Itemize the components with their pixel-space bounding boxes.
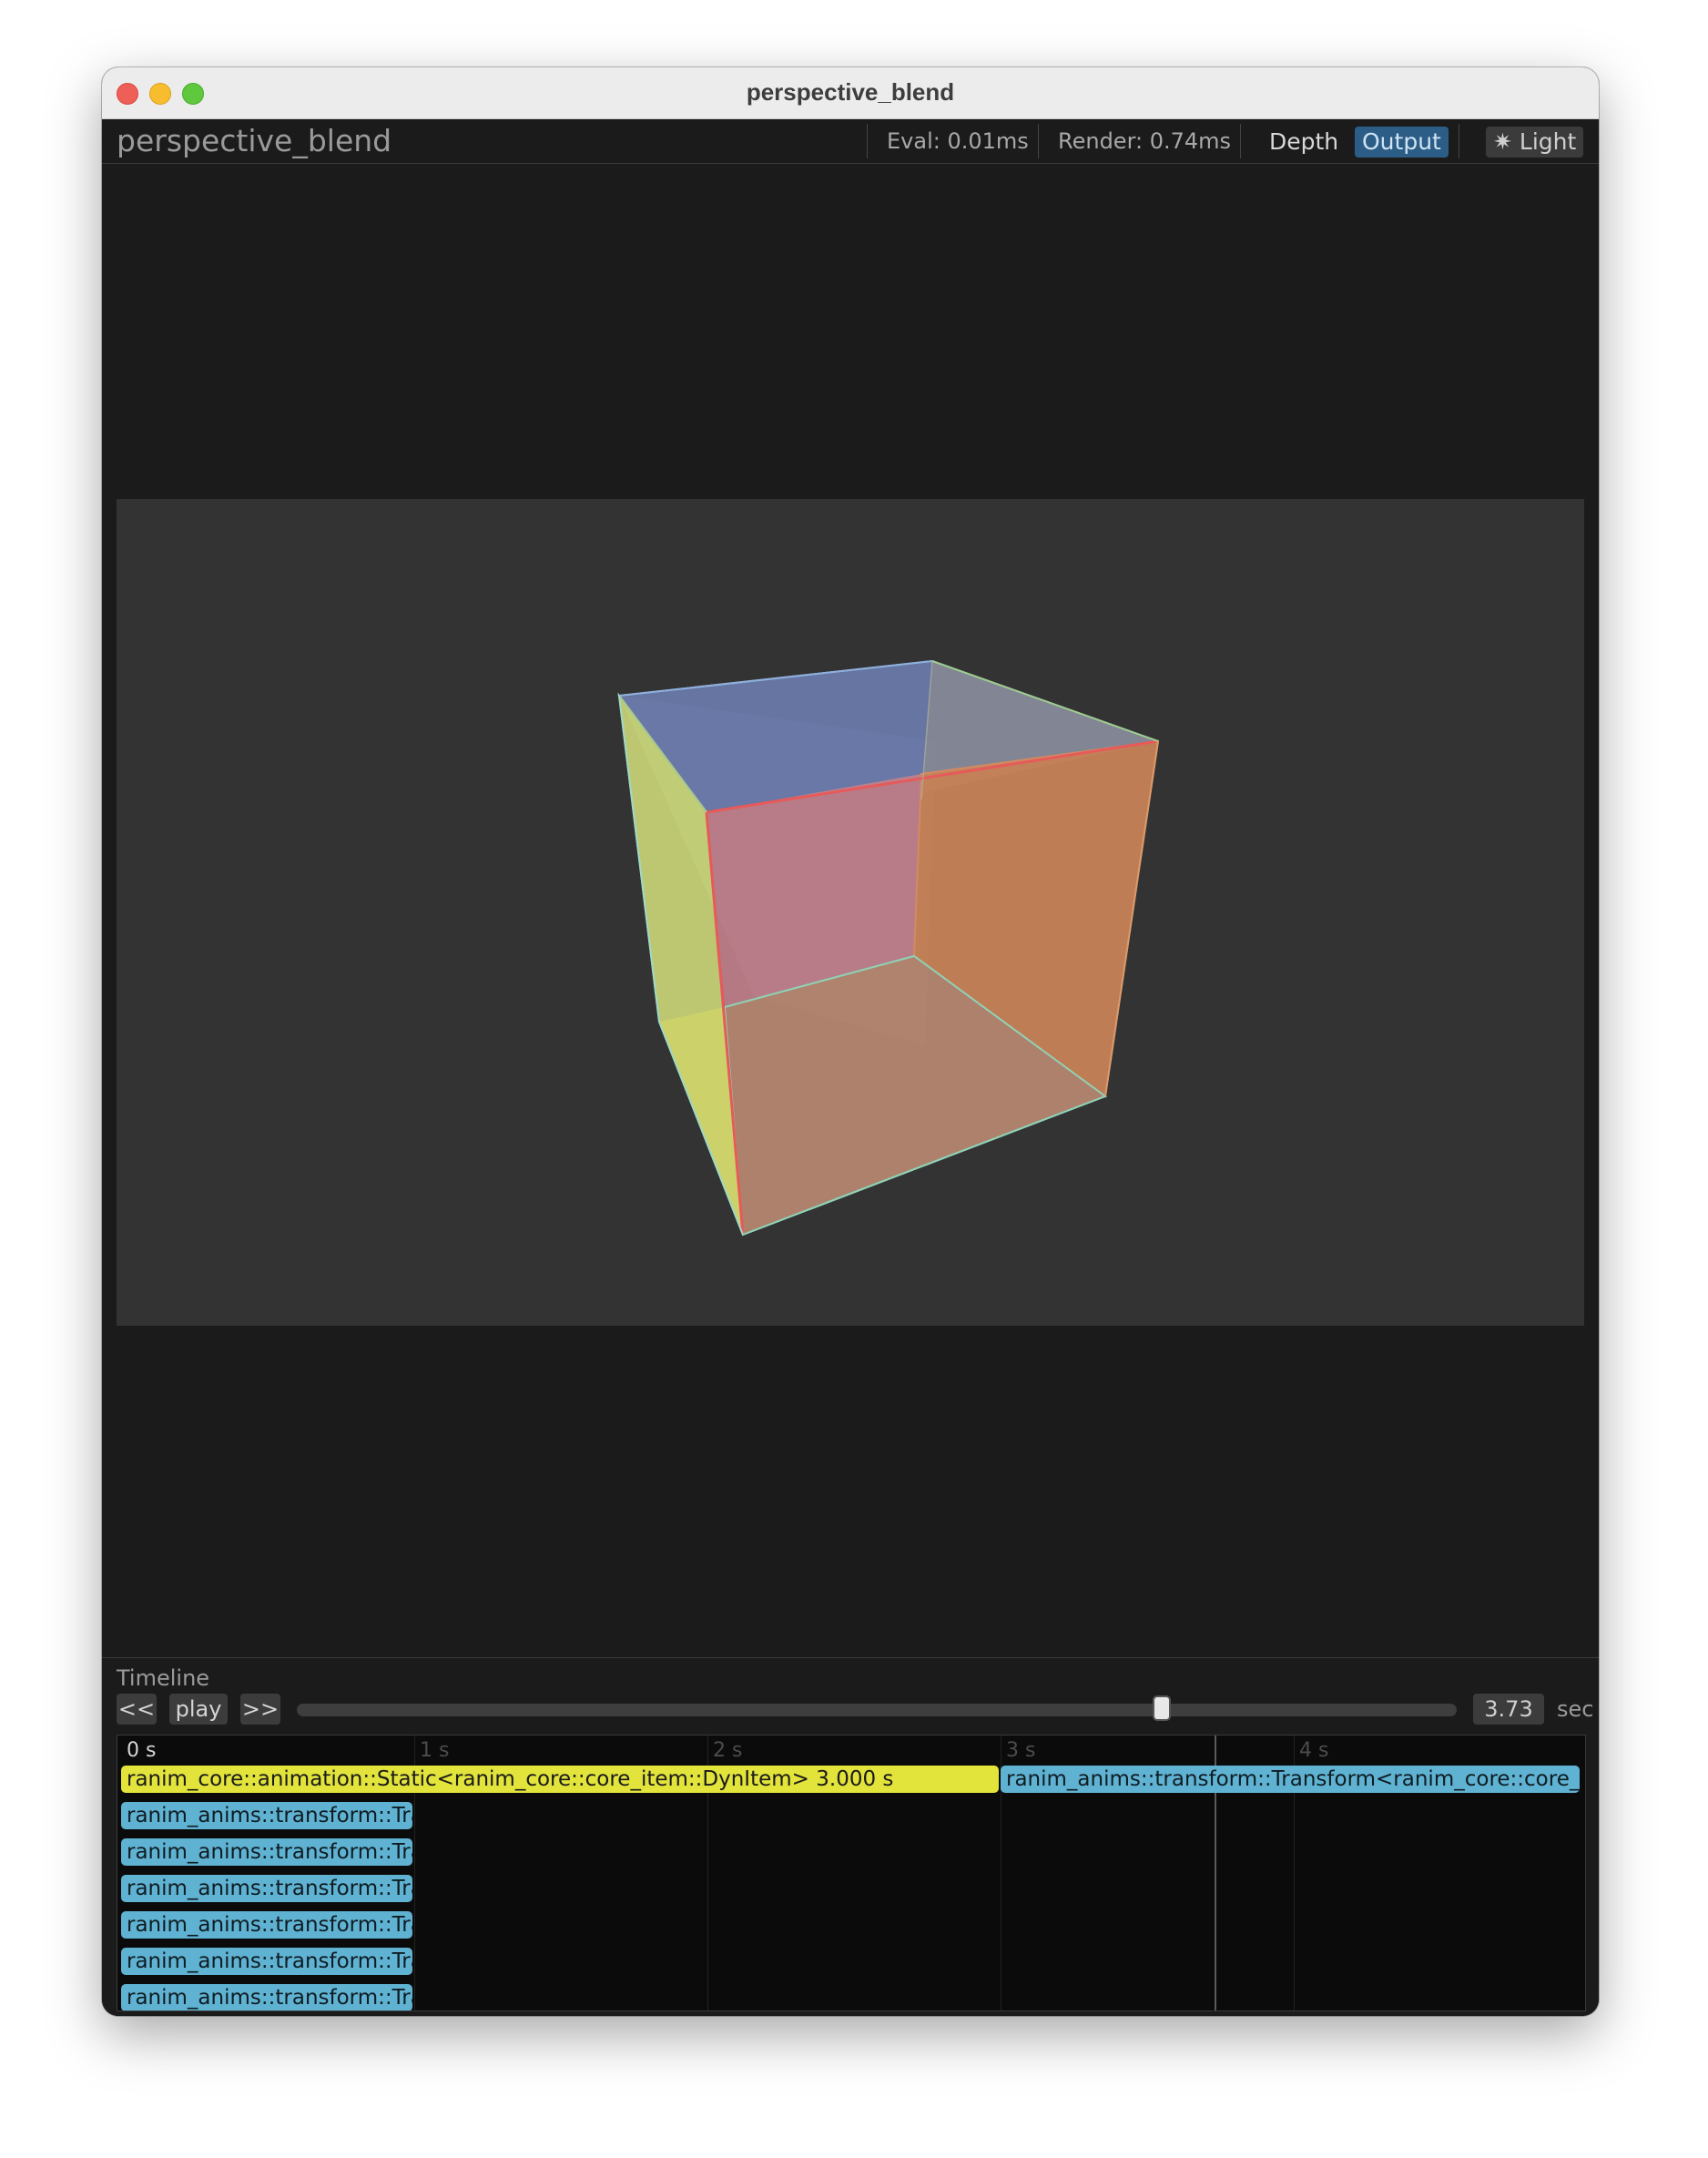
output-view-button[interactable]: Output <box>1355 127 1449 158</box>
timeline-panel: Timeline << play >> 3.73 sec 0 s 1 s 2 s 3 … <box>102 1657 1599 2016</box>
cube-render <box>617 659 1160 1237</box>
timeline-slider[interactable] <box>297 1704 1457 1716</box>
play-button[interactable]: play <box>169 1694 228 1725</box>
rewind-button[interactable]: << <box>117 1694 157 1725</box>
toolbar-divider <box>1038 124 1039 158</box>
timeline-clip[interactable]: ranim_anims::transform::Transform <box>121 1838 412 1866</box>
render-canvas[interactable] <box>117 499 1584 1326</box>
timeline-clip[interactable]: ranim_anims::transform::Transform <box>121 1984 412 2010</box>
top-toolbar: perspective_blend Eval: 0.01ms Render: 0… <box>102 119 1599 164</box>
window-title: perspective_blend <box>746 78 955 106</box>
time-unit-label: sec <box>1557 1696 1594 1722</box>
forward-button[interactable]: >> <box>240 1694 280 1725</box>
depth-view-button[interactable]: Depth <box>1262 127 1346 158</box>
light-theme-label: Light <box>1519 128 1577 155</box>
timeline-clip[interactable]: ranim_core::animation::Static<ranim_core… <box>121 1766 999 1793</box>
light-theme-button[interactable]: ✷ Light <box>1486 127 1584 158</box>
timeline-tick-label: 1 s <box>420 1739 450 1762</box>
toolbar-divider <box>1240 124 1241 158</box>
timeline-slider-handle[interactable] <box>1153 1695 1172 1721</box>
current-time-field[interactable]: 3.73 <box>1473 1694 1544 1725</box>
timeline-label: Timeline <box>117 1665 210 1691</box>
sun-icon: ✷ <box>1493 128 1512 155</box>
timeline-clip[interactable]: ranim_anims::transform::Transform <box>121 1911 412 1939</box>
timeline-tick-label: 3 s <box>1006 1739 1036 1762</box>
timeline-tick-label: 2 s <box>713 1739 743 1762</box>
timeline-clip[interactable]: ranim_anims::transform::Transform <box>121 1948 412 1975</box>
app-title: perspective_blend <box>117 123 392 158</box>
timeline-tick-label: 4 s <box>1299 1739 1329 1762</box>
app-window: perspective_blend perspective_blend Eval… <box>102 67 1599 2016</box>
render-time-stat: Render: 0.74ms <box>1058 128 1232 154</box>
timeline-clip[interactable]: ranim_anims::transform::Transform <box>121 1802 412 1829</box>
eval-time-stat: Eval: 0.01ms <box>887 128 1029 154</box>
toolbar-divider <box>867 124 868 158</box>
timeline-clip[interactable]: ranim_anims::transform::Transform <box>121 1875 412 1902</box>
timeline-tick-label: 0 s <box>127 1739 157 1762</box>
timeline-tracks[interactable]: 0 s 1 s 2 s 3 s 4 sranim_core::animation::St… <box>117 1735 1586 2011</box>
timeline-clip[interactable]: ranim_anims::transform::Transform<ranim_… <box>1001 1766 1580 1793</box>
title-bar: perspective_blend <box>102 67 1599 119</box>
